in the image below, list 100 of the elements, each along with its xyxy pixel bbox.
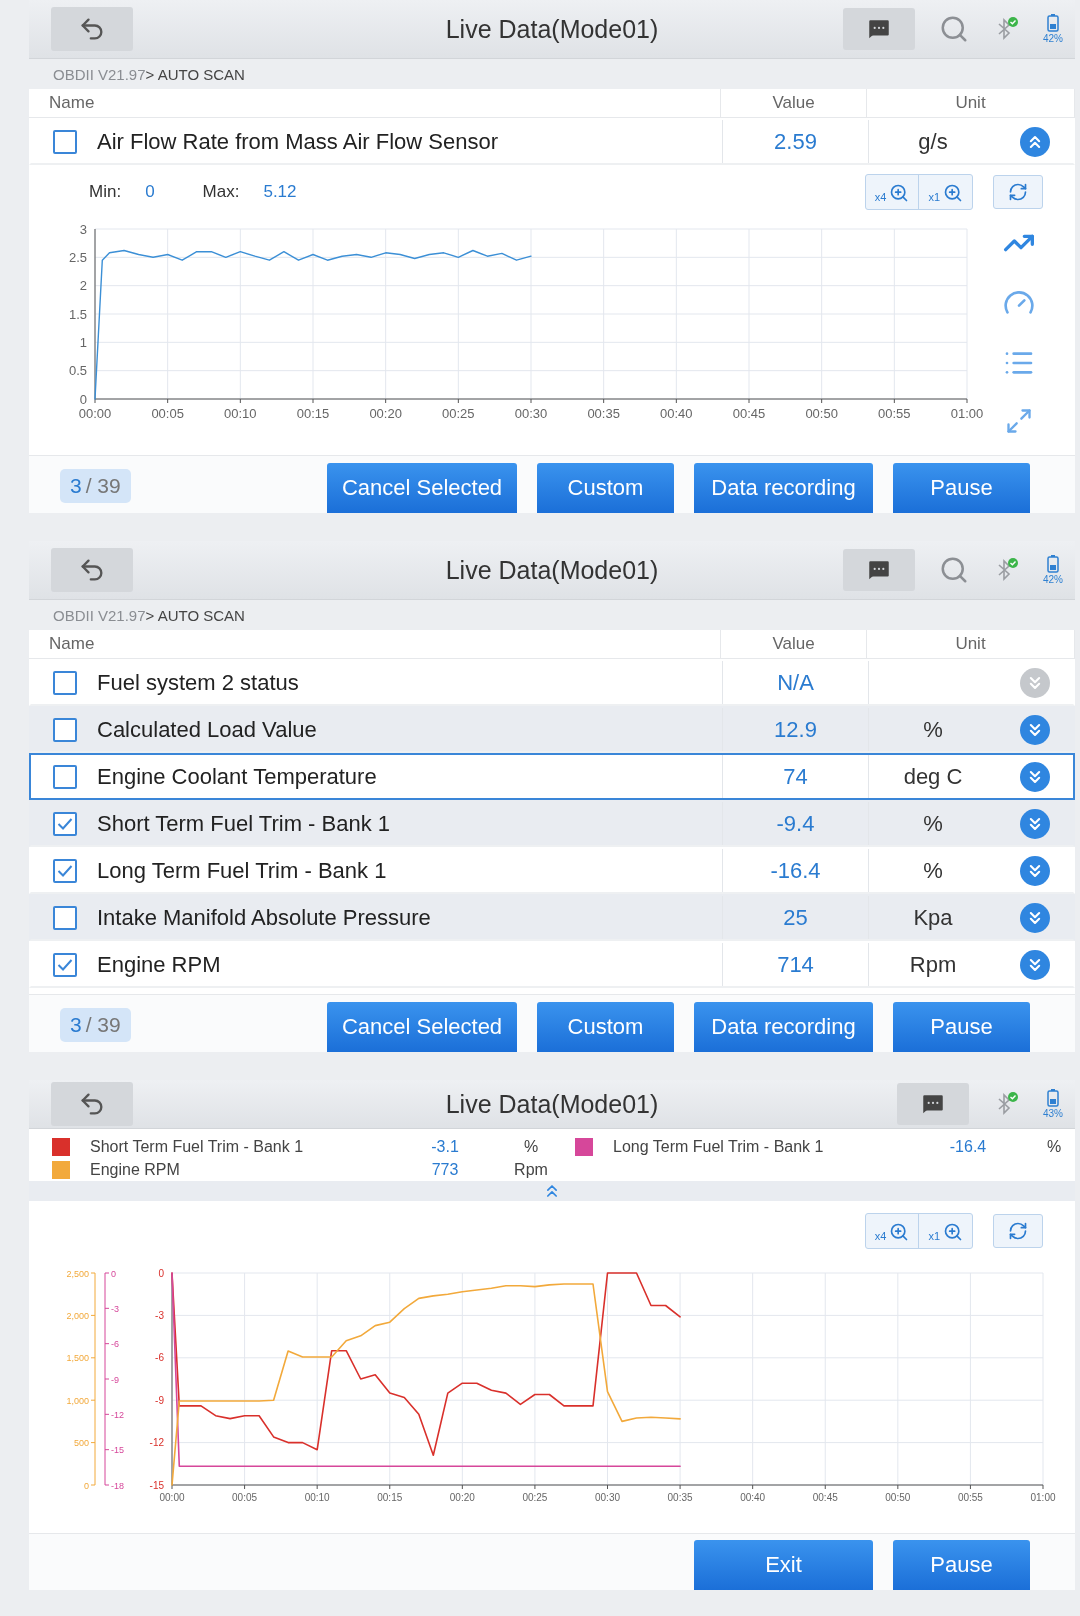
- action-button[interactable]: Pause: [893, 1540, 1030, 1590]
- axis-label: 00:40: [660, 406, 693, 421]
- data-row[interactable]: Air Flow Rate from Mass Air Flow Sensor 2.59 g/s: [29, 118, 1075, 165]
- column-title: Unit: [955, 93, 986, 113]
- axis-label: -6: [155, 1352, 164, 1364]
- message-button[interactable]: [843, 549, 915, 591]
- action-button[interactable]: Data recording: [694, 463, 873, 513]
- axis-label: 1: [79, 334, 87, 350]
- battery-icon: [1047, 14, 1059, 32]
- zoom-x-button[interactable]: x4: [865, 175, 919, 209]
- action-button[interactable]: Custom: [537, 1002, 674, 1052]
- axis-label: 0.5: [68, 363, 87, 379]
- action-button[interactable]: Custom: [537, 463, 674, 513]
- zoom-y-button[interactable]: x1: [918, 1214, 972, 1248]
- axis-label: -3: [155, 1309, 164, 1321]
- legend-name: Long Term Fuel Trim - Bank 1: [613, 1137, 825, 1156]
- axis-label: 00:05: [151, 406, 184, 421]
- expand-icon[interactable]: [1020, 855, 1050, 886]
- checkbox[interactable]: [53, 764, 77, 789]
- checkbox[interactable]: [53, 129, 77, 154]
- axis-label: 00:30: [514, 406, 548, 421]
- legend-unit: %: [1045, 1137, 1063, 1156]
- zoom-y-button[interactable]: x1: [918, 175, 972, 209]
- column-title: Name: [49, 634, 95, 654]
- action-button[interactable]: Data recording: [694, 1002, 873, 1052]
- screen-title: Live Data(Mode01): [445, 14, 659, 44]
- axis-label: 00:35: [667, 1492, 693, 1503]
- axis-label: 0: [84, 1480, 89, 1491]
- legend-value: -3.1: [430, 1137, 460, 1156]
- magnifier-icon: [889, 183, 910, 203]
- axis-label: 00:05: [232, 1492, 258, 1503]
- back-button[interactable]: [51, 7, 133, 51]
- checkbox[interactable]: [53, 670, 77, 695]
- magnifier-icon: [943, 183, 963, 203]
- expand-icon[interactable]: [1020, 949, 1050, 980]
- expand-icon[interactable]: [1020, 902, 1050, 933]
- fullscreen-icon[interactable]: [1005, 407, 1033, 435]
- breadcrumb-path[interactable]: > AUTO SCAN: [145, 65, 245, 83]
- axis-label: 1,500: [66, 1353, 89, 1364]
- axis-label: 00:15: [377, 1492, 403, 1503]
- action-button[interactable]: Pause: [893, 463, 1030, 513]
- screen-title: Live Data(Mode01): [445, 555, 659, 585]
- axis-label: 00:10: [304, 1492, 330, 1503]
- expand-icon[interactable]: [1020, 761, 1050, 792]
- legend-value: -16.4: [948, 1137, 988, 1156]
- column-title: Unit: [955, 634, 986, 654]
- data-row[interactable]: Short Term Fuel Trim - Bank 1 -9.4 %: [29, 800, 1075, 847]
- axis-label: 00:45: [732, 406, 766, 421]
- parameter-name: Engine Coolant Temperature: [97, 763, 377, 790]
- data-row[interactable]: Calculated Load Value 12.9 %: [29, 706, 1075, 753]
- refresh-button[interactable]: [993, 175, 1043, 209]
- message-button[interactable]: [843, 8, 915, 50]
- page-total: / 39: [85, 1013, 121, 1037]
- parameter-value: -9.4: [776, 810, 815, 837]
- data-row[interactable]: Fuel system 2 status N/A: [29, 659, 1075, 706]
- collapse-icon[interactable]: [1020, 126, 1050, 157]
- parameter-value: 25: [783, 904, 808, 931]
- expand-icon[interactable]: [1020, 808, 1050, 839]
- battery-percent: 42%: [1043, 33, 1063, 44]
- checkbox[interactable]: [53, 905, 77, 930]
- back-button[interactable]: [51, 548, 133, 592]
- axis-label: 01:00: [950, 406, 984, 421]
- search-icon[interactable]: [939, 14, 969, 44]
- axis-label: 0: [111, 1268, 116, 1279]
- page-total: / 39: [85, 474, 121, 498]
- message-button[interactable]: [897, 1083, 969, 1125]
- expand-icon[interactable]: [1020, 714, 1050, 745]
- checkbox[interactable]: [53, 952, 77, 977]
- action-button[interactable]: Exit: [694, 1540, 873, 1590]
- parameter-value: 74: [783, 763, 808, 790]
- action-button[interactable]: Cancel Selected: [327, 1002, 517, 1052]
- breadcrumb-version: OBDII V21.97: [53, 65, 146, 83]
- axis-label: -15: [149, 1479, 164, 1491]
- data-row[interactable]: Engine RPM 714 Rpm: [29, 941, 1075, 988]
- checkbox[interactable]: [53, 717, 77, 742]
- breadcrumb-path[interactable]: > AUTO SCAN: [145, 606, 245, 624]
- legend-name: Short Term Fuel Trim - Bank 1: [90, 1137, 305, 1156]
- data-row[interactable]: Long Term Fuel Trim - Bank 1 -16.4 %: [29, 847, 1075, 894]
- parameter-value: -16.4: [770, 857, 821, 884]
- data-row[interactable]: Intake Manifold Absolute Pressure 25 Kpa: [29, 894, 1075, 941]
- checkbox[interactable]: [53, 811, 77, 836]
- parameter-name: Calculated Load Value: [97, 716, 317, 743]
- parameter-unit: Kpa: [913, 904, 953, 931]
- axis-label: -9: [111, 1374, 119, 1385]
- data-row[interactable]: Engine Coolant Temperature 74 deg C: [29, 753, 1075, 800]
- battery-percent: 43%: [1043, 1108, 1063, 1119]
- refresh-button[interactable]: [993, 1214, 1043, 1248]
- action-button[interactable]: Pause: [893, 1002, 1030, 1052]
- axis-label: 2,000: [66, 1310, 89, 1321]
- checkbox[interactable]: [53, 858, 77, 883]
- axis-label: 2: [79, 278, 87, 294]
- min-value: 0: [145, 182, 155, 202]
- action-button[interactable]: Cancel Selected: [327, 463, 517, 513]
- axis-label: 00:25: [522, 1492, 548, 1503]
- zoom-x-button[interactable]: x4: [865, 1214, 919, 1248]
- axis-label: 0: [79, 391, 87, 407]
- axis-label: 00:45: [812, 1492, 838, 1503]
- back-button[interactable]: [51, 1082, 133, 1126]
- axis-label: 00:20: [449, 1492, 475, 1503]
- search-icon[interactable]: [939, 555, 969, 585]
